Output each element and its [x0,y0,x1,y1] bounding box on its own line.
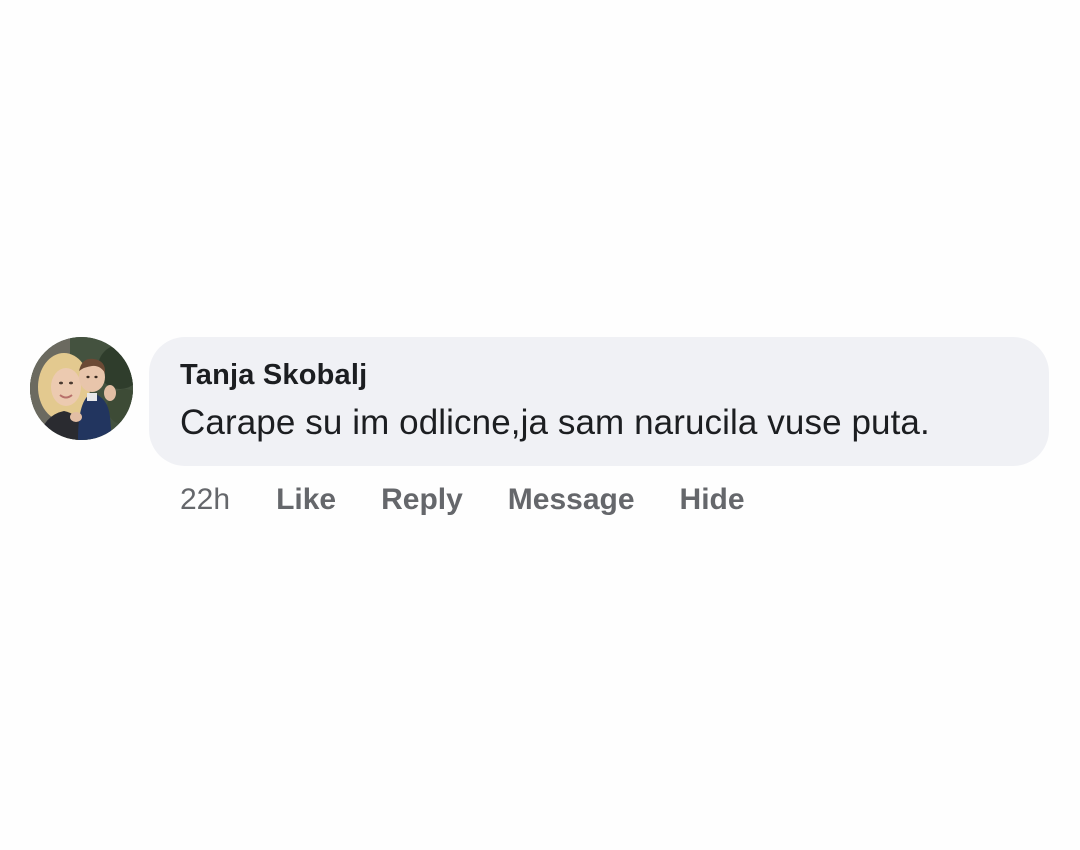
message-button[interactable]: Message [508,483,635,517]
comment: Tanja Skobalj Carape su im odlicne,ja sa… [0,0,1080,850]
reply-button[interactable]: Reply [381,483,463,517]
like-button[interactable]: Like [276,483,336,517]
hide-button[interactable]: Hide [680,483,745,517]
comment-text: Carape su im odlicne,ja sam narucila vus… [180,403,930,442]
comment-timestamp[interactable]: 22h [180,483,230,517]
comment-author[interactable]: Tanja Skobalj [180,359,367,392]
comment-bubble: Tanja Skobalj Carape su im odlicne,ja sa… [149,337,1049,466]
avatar[interactable] [30,337,133,440]
profile-photo-icon [30,337,133,440]
comment-actions: 22h Like Reply Message Hide [180,480,745,520]
